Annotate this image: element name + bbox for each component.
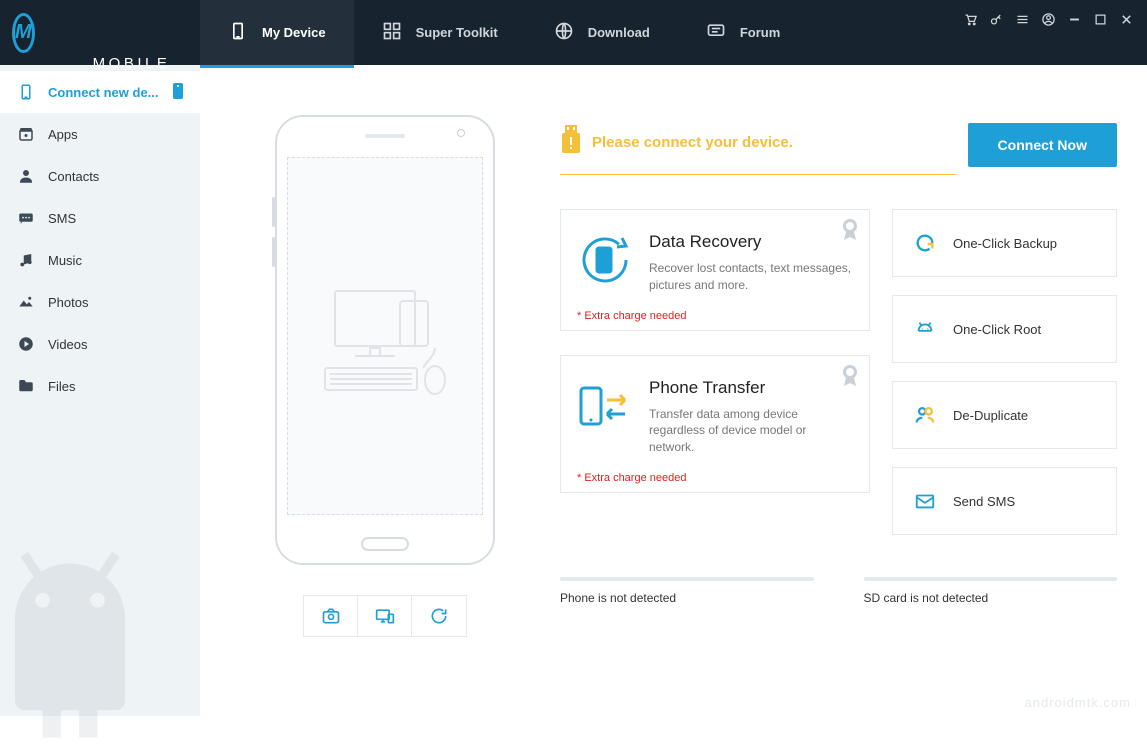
phone-outline-icon <box>16 83 36 101</box>
nav-label: Forum <box>740 25 780 40</box>
nav-my-device[interactable]: My Device <box>200 0 354 65</box>
phone-storage-status: Phone is not detected <box>560 577 814 605</box>
card-title: Data Recovery <box>649 232 853 252</box>
globe-icon <box>554 21 574 44</box>
account-icon[interactable] <box>1039 10 1057 28</box>
nav-label: Download <box>588 25 650 40</box>
sd-storage-label: SD card is not detected <box>864 591 1118 605</box>
premium-badge-icon <box>841 364 859 388</box>
sidebar-label: SMS <box>48 211 76 226</box>
extra-charge-note: * Extra charge needed <box>577 310 853 322</box>
mirror-button[interactable] <box>358 596 412 636</box>
connect-now-button[interactable]: Connect Now <box>968 123 1117 167</box>
sidebar-label: Videos <box>48 337 88 352</box>
cart-icon[interactable] <box>961 10 979 28</box>
sidebar-item-connect[interactable]: Connect new de... <box>0 71 200 113</box>
transfer-icon <box>577 378 633 439</box>
sidebar-item-photos[interactable]: Photos <box>0 281 200 323</box>
sidebar-item-contacts[interactable]: Contacts <box>0 155 200 197</box>
brand-product-a: MOBILE <box>93 54 171 74</box>
sd-storage-bar <box>864 577 1118 581</box>
sidebar-label: Music <box>48 253 82 268</box>
forum-icon <box>706 21 726 44</box>
sidebar-item-music[interactable]: Music <box>0 239 200 281</box>
phone-action-bar <box>303 595 467 637</box>
menu-icon[interactable] <box>1013 10 1031 28</box>
sidebar-item-sms[interactable]: SMS <box>0 197 200 239</box>
watermark-text: androidmtk.com <box>1025 695 1131 710</box>
root-icon <box>913 318 937 340</box>
toolkit-icon <box>382 21 402 44</box>
phone-screen-placeholder <box>287 157 483 515</box>
card-data-recovery[interactable]: Data Recovery Recover lost contacts, tex… <box>560 209 870 331</box>
sms-icon <box>16 209 36 227</box>
close-button[interactable] <box>1117 10 1135 28</box>
phone-storage-label: Phone is not detected <box>560 591 814 605</box>
maximize-button[interactable] <box>1091 10 1109 28</box>
phone-storage-bar <box>560 577 814 581</box>
card-desc: Recover lost contacts, text messages, pi… <box>649 260 853 294</box>
nav-download[interactable]: Download <box>526 0 678 65</box>
music-icon <box>16 251 36 269</box>
top-nav: My Device Super Toolkit Download Forum <box>200 0 961 65</box>
nav-super-toolkit[interactable]: Super Toolkit <box>354 0 526 65</box>
header-bar: M WONDERSHARE MOBILEGO My Device Super T… <box>0 0 1147 65</box>
envelope-icon <box>913 490 937 512</box>
card-phone-transfer[interactable]: Phone Transfer Transfer data among devic… <box>560 355 870 493</box>
card-title: Phone Transfer <box>649 378 853 398</box>
sidebar-label: Photos <box>48 295 88 310</box>
sidebar-item-apps[interactable]: Apps <box>0 113 200 155</box>
banner-message: Please connect your device. <box>592 134 793 151</box>
right-panel: Please connect your device. Connect Now … <box>560 115 1117 716</box>
photos-icon <box>16 293 36 311</box>
premium-badge-icon <box>841 218 859 242</box>
usb-warning-icon <box>560 125 582 160</box>
contacts-icon <box>16 167 36 185</box>
screenshot-button[interactable] <box>304 596 358 636</box>
card-label: One-Click Backup <box>953 236 1057 251</box>
connect-banner: Please connect your device. Connect Now <box>560 115 1117 175</box>
card-label: Send SMS <box>953 494 1015 509</box>
device-icon <box>228 21 248 44</box>
sidebar: Connect new de... Apps Contacts SMS Musi… <box>0 65 200 716</box>
card-de-duplicate[interactable]: De-Duplicate <box>892 381 1117 449</box>
sidebar-item-videos[interactable]: Videos <box>0 323 200 365</box>
deduplicate-icon <box>913 404 937 426</box>
sidebar-label: Contacts <box>48 169 99 184</box>
extra-charge-note: * Extra charge needed <box>577 472 853 484</box>
logo-area: M WONDERSHARE MOBILEGO <box>0 0 200 65</box>
refresh-button[interactable] <box>412 596 466 636</box>
sidebar-label: Files <box>48 379 75 394</box>
window-controls <box>961 0 1147 28</box>
apps-icon <box>16 125 36 143</box>
videos-icon <box>16 335 36 353</box>
card-desc: Transfer data among device regardless of… <box>649 406 853 456</box>
nav-label: My Device <box>262 25 326 40</box>
phone-home-button <box>361 537 409 551</box>
main-content: Please connect your device. Connect Now … <box>200 65 1147 716</box>
folder-icon <box>16 377 36 395</box>
card-one-click-backup[interactable]: One-Click Backup <box>892 209 1117 277</box>
card-send-sms[interactable]: Send SMS <box>892 467 1117 535</box>
recovery-icon <box>577 232 633 293</box>
device-preview-area <box>250 115 520 716</box>
key-icon[interactable] <box>987 10 1005 28</box>
card-one-click-root[interactable]: One-Click Root <box>892 295 1117 363</box>
sidebar-label: Apps <box>48 127 78 142</box>
phone-frame <box>275 115 495 565</box>
card-label: One-Click Root <box>953 322 1041 337</box>
sidebar-label: Connect new de... <box>48 85 159 100</box>
sd-storage-status: SD card is not detected <box>864 577 1118 605</box>
logo-icon: M <box>12 13 35 53</box>
sidebar-item-files[interactable]: Files <box>0 365 200 407</box>
card-label: De-Duplicate <box>953 408 1028 423</box>
minimize-button[interactable] <box>1065 10 1083 28</box>
storage-status-row: Phone is not detected SD card is not det… <box>560 577 1117 605</box>
backup-icon <box>913 232 937 254</box>
nav-label: Super Toolkit <box>416 25 498 40</box>
nav-forum[interactable]: Forum <box>678 0 808 65</box>
remote-icon <box>172 82 184 103</box>
android-watermark-icon <box>0 536 180 756</box>
